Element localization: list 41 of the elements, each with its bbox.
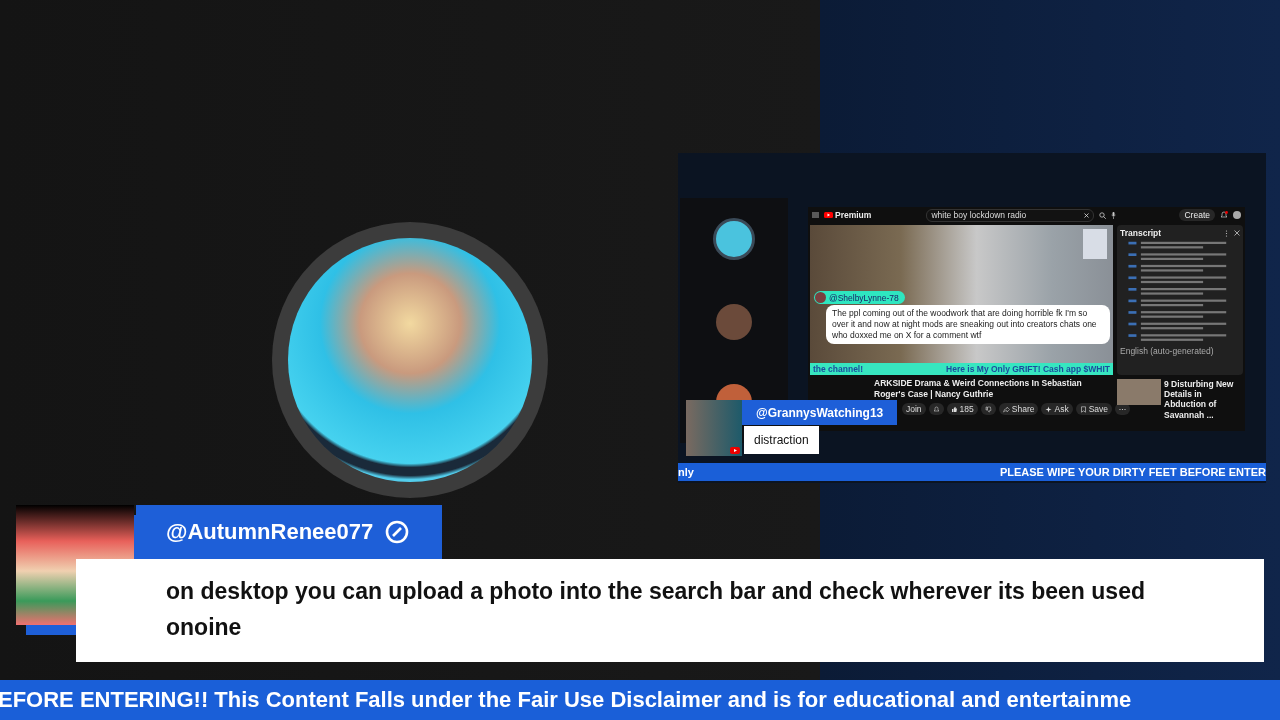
play-logo-icon <box>824 212 833 218</box>
ticker-text: EFORE ENTERING!! This Content Falls under the Fair Use Disclaimer and is for educational and entertainme <box>0 687 1132 713</box>
share-icon <box>1002 405 1010 413</box>
bookmark-icon <box>1079 405 1087 413</box>
sparkle-icon <box>1045 405 1053 413</box>
save-button[interactable]: Save <box>1075 403 1112 415</box>
share-button[interactable]: Share <box>998 403 1039 415</box>
recommended-video[interactable]: 9 Disturbing New Details in Abduction of Savannah ... <box>1117 379 1243 420</box>
close-icon[interactable] <box>1084 212 1090 218</box>
comment-text: on desktop you can upload a photo into the search bar and check wherever its been used onoine <box>166 577 1146 642</box>
panel-title: Transcript <box>1120 228 1163 238</box>
ticker-text: Here is My Only GRIFT! Cash app $WHIT <box>946 364 1110 374</box>
ticker-text: the channel! <box>813 364 864 374</box>
search-field[interactable]: white boy lockdown radio <box>926 208 1095 222</box>
video-title: ARKSIDE Drama & Weird Connections In Sebastian Roger's Case | Nancy Guthrie <box>873 378 1083 400</box>
username-banner: @GrannysWatching13 <box>742 400 898 425</box>
ticker-text: nly <box>678 466 694 478</box>
menu-icon <box>812 212 819 218</box>
close-icon <box>1234 230 1240 236</box>
ask-button[interactable]: Ask <box>1041 403 1073 415</box>
bell-icon <box>932 405 940 413</box>
ticker-text: PLEASE WIPE YOUR DIRTY FEET BEFORE ENTER <box>999 466 1266 478</box>
notify-button[interactable] <box>928 403 944 415</box>
youtube-icon <box>730 447 740 454</box>
mod-badge-icon <box>385 520 410 544</box>
bell-icon <box>1220 211 1228 219</box>
username: @AutumnRenee077 <box>166 519 374 545</box>
join-button[interactable]: Join <box>902 403 926 415</box>
thumbnail-image <box>1117 379 1161 405</box>
brand-label: Premium <box>835 210 872 220</box>
like-button[interactable]: 185 <box>946 403 978 415</box>
chat-message: The ppl coming out of the woodwork that are doing horrible fk I'm so over it and now at night mods are sneaking out into creators chats one who doxxed me on X for a comment wtf <box>826 305 1110 345</box>
microphone-icon <box>1111 211 1117 219</box>
username: @ShelbyLynne-78 <box>829 292 899 303</box>
thumbs-down-icon <box>984 405 992 413</box>
search-icon <box>1099 211 1107 219</box>
comment-text: distraction <box>744 426 819 454</box>
language-label: English (auto-generated) <box>1120 346 1215 356</box>
more-icon <box>1225 229 1228 237</box>
create-button[interactable]: Create <box>1179 209 1215 221</box>
thumbs-up-icon <box>950 405 958 413</box>
